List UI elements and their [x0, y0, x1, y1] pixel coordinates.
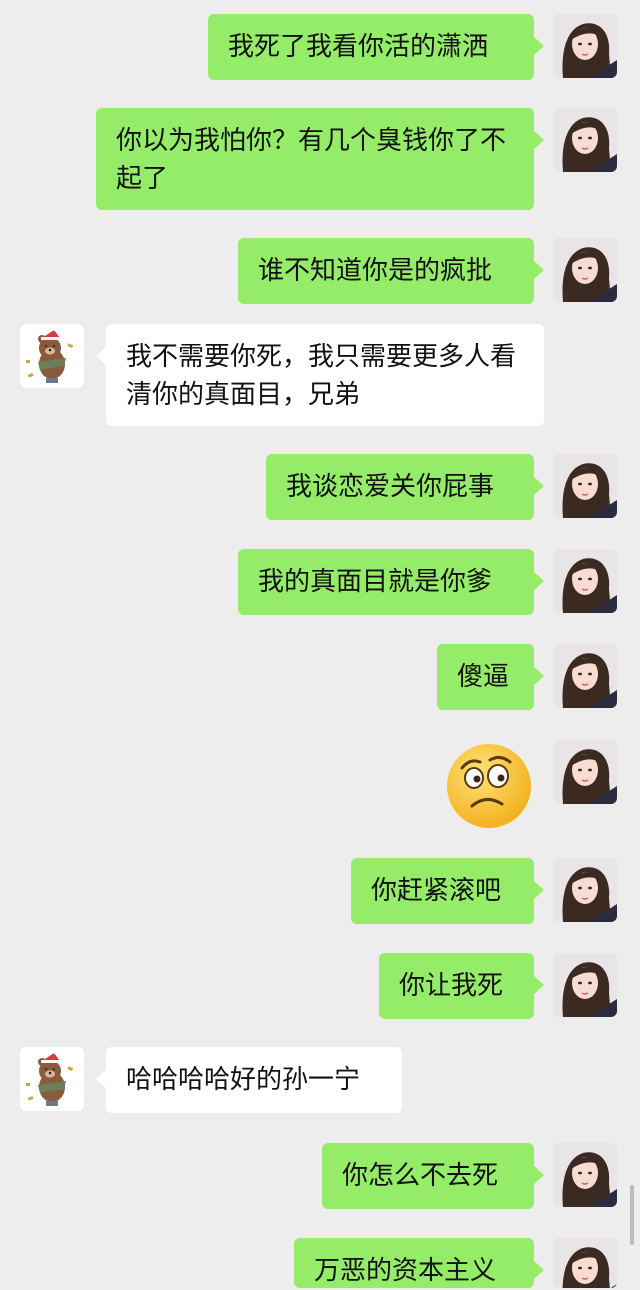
- my-message-bubble[interactable]: 万恶的资本主义: [294, 1238, 544, 1288]
- my-avatar[interactable]: [553, 549, 617, 613]
- message-text: 你让我死: [399, 971, 504, 1001]
- my-message-bubble[interactable]: 你怎么不去死: [322, 1143, 544, 1209]
- my-message-bubble[interactable]: 你让我死: [379, 953, 544, 1019]
- message-text: 哈哈哈哈好的孙一宁: [126, 1065, 361, 1095]
- message-text: 我的真面目就是你爹: [258, 567, 493, 597]
- my-message-bubble[interactable]: 我死了我看你活的潇洒: [208, 14, 544, 80]
- my-avatar[interactable]: [553, 644, 617, 708]
- other-message-bubble[interactable]: 我不需要你死，我只需要更多人看清你的真面目，兄弟: [96, 324, 544, 426]
- bear-santa-hat-icon: [20, 1047, 84, 1111]
- other-avatar[interactable]: [20, 324, 84, 388]
- my-avatar[interactable]: [553, 953, 617, 1017]
- my-message-bubble[interactable]: 谁不知道你是的疯批: [238, 238, 544, 304]
- girl-portrait-icon: [553, 14, 617, 78]
- message-text: 你以为我怕你？有几个臭钱你了不起了: [116, 126, 507, 194]
- message-text: 万恶的资本主义: [314, 1256, 497, 1286]
- worried-face-emoji-icon[interactable]: [444, 740, 534, 830]
- girl-portrait-icon: [553, 549, 617, 613]
- girl-portrait-icon: [553, 740, 617, 804]
- my-avatar[interactable]: [553, 858, 617, 922]
- my-avatar[interactable]: [553, 108, 617, 172]
- chat-conversation: 我死了我看你活的潇洒 你以为我怕你？有几个臭钱你了不起了 谁不知道你是的疯批 我…: [0, 0, 640, 1288]
- message-text: 我不需要你死，我只需要更多人看清你的真面目，兄弟: [126, 342, 517, 410]
- my-message-bubble[interactable]: 你以为我怕你？有几个臭钱你了不起了: [96, 108, 544, 210]
- message-text: 傻逼: [457, 662, 510, 692]
- my-message-bubble[interactable]: 你赶紧滚吧: [351, 858, 544, 924]
- my-avatar[interactable]: [553, 238, 617, 302]
- message-text: 谁不知道你是的疯批: [258, 256, 493, 286]
- my-avatar[interactable]: [553, 14, 617, 78]
- girl-portrait-icon: [553, 953, 617, 1017]
- my-avatar[interactable]: [553, 1238, 617, 1288]
- my-avatar[interactable]: [553, 1143, 617, 1207]
- message-text: 你怎么不去死: [342, 1161, 499, 1191]
- my-message-bubble[interactable]: 傻逼: [437, 644, 544, 710]
- girl-portrait-icon: [553, 858, 617, 922]
- girl-portrait-icon: [553, 1238, 617, 1288]
- other-message-bubble[interactable]: 哈哈哈哈好的孙一宁: [96, 1047, 402, 1113]
- other-avatar[interactable]: [20, 1047, 84, 1111]
- bear-santa-hat-icon: [20, 324, 84, 388]
- girl-portrait-icon: [553, 108, 617, 172]
- girl-portrait-icon: [553, 1143, 617, 1207]
- my-message-bubble[interactable]: 我的真面目就是你爹: [238, 549, 544, 615]
- my-avatar[interactable]: [553, 454, 617, 518]
- girl-portrait-icon: [553, 644, 617, 708]
- my-avatar[interactable]: [553, 740, 617, 804]
- message-text: 我谈恋爱关你屁事: [286, 472, 495, 502]
- scrollbar[interactable]: [630, 1185, 634, 1245]
- message-text: 你赶紧滚吧: [371, 876, 502, 906]
- my-message-bubble[interactable]: 我谈恋爱关你屁事: [266, 454, 544, 520]
- girl-portrait-icon: [553, 238, 617, 302]
- message-text: 我死了我看你活的潇洒: [228, 32, 489, 62]
- girl-portrait-icon: [553, 454, 617, 518]
